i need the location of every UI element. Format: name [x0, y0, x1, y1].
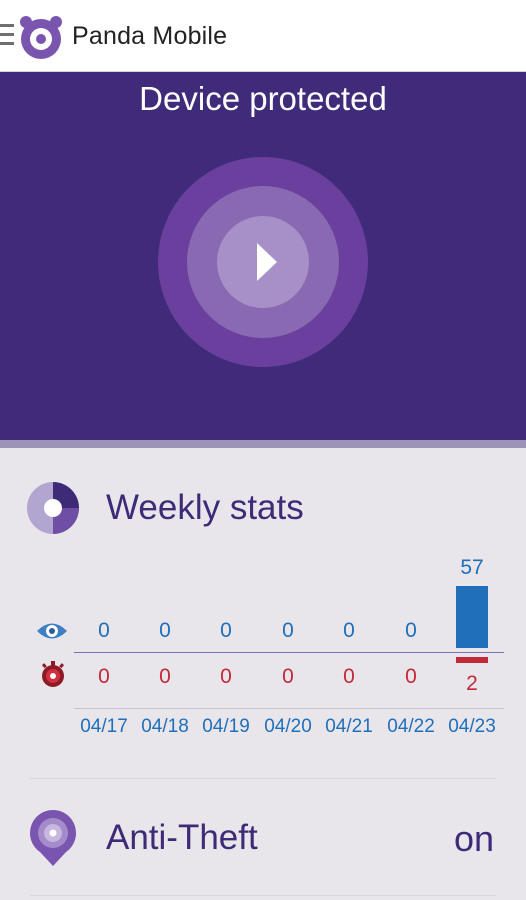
threat-count: 0	[98, 665, 110, 688]
scanned-count: 0	[405, 619, 417, 642]
scanned-count: 0	[343, 619, 355, 642]
anti-theft-status[interactable]: on	[454, 818, 494, 860]
scanned-count: 0	[282, 619, 294, 642]
location-pin-icon[interactable]	[28, 808, 78, 868]
section-divider	[30, 895, 496, 896]
weekly-stats-title[interactable]: Weekly stats	[106, 488, 304, 528]
stats-date-label: 04/21	[325, 716, 373, 737]
stats-date-label: 04/19	[202, 716, 250, 737]
anti-theft-title[interactable]: Anti-Theft	[106, 818, 258, 858]
protection-status-panel: Device protected	[0, 72, 526, 440]
section-divider	[30, 778, 496, 779]
stats-date-label: 04/22	[387, 716, 435, 737]
scanned-count: 0	[98, 619, 110, 642]
pie-chart-icon[interactable]	[26, 481, 80, 535]
threat-count: 0	[220, 665, 232, 688]
threat-count: 0	[282, 665, 294, 688]
threat-bar	[456, 657, 488, 663]
threat-count: 0	[159, 665, 171, 688]
chart-bottom-line	[74, 708, 504, 709]
panel-divider	[0, 440, 526, 448]
panda-logo-icon[interactable]	[18, 14, 64, 60]
scanned-bar	[456, 586, 488, 648]
scanned-count: 0	[220, 619, 232, 642]
threat-count: 2	[466, 672, 478, 695]
eye-icon	[37, 623, 67, 639]
virus-icon	[41, 661, 65, 687]
stats-date-label: 04/18	[141, 716, 189, 737]
protection-status-text: Device protected	[139, 80, 387, 117]
app-title: Panda Mobile	[72, 22, 228, 50]
stats-date-label: 04/17	[80, 716, 128, 737]
threat-count: 0	[343, 665, 355, 688]
play-icon[interactable]	[257, 243, 277, 281]
menu-icon[interactable]	[0, 24, 14, 48]
scanned-count: 0	[159, 619, 171, 642]
stats-date-label: 04/20	[264, 716, 312, 737]
threat-count: 0	[405, 665, 417, 688]
chart-baseline	[74, 652, 504, 653]
app-bar: Panda Mobile	[0, 0, 526, 72]
scanned-count: 57	[460, 556, 484, 579]
stats-date-label: 04/23	[448, 716, 496, 737]
